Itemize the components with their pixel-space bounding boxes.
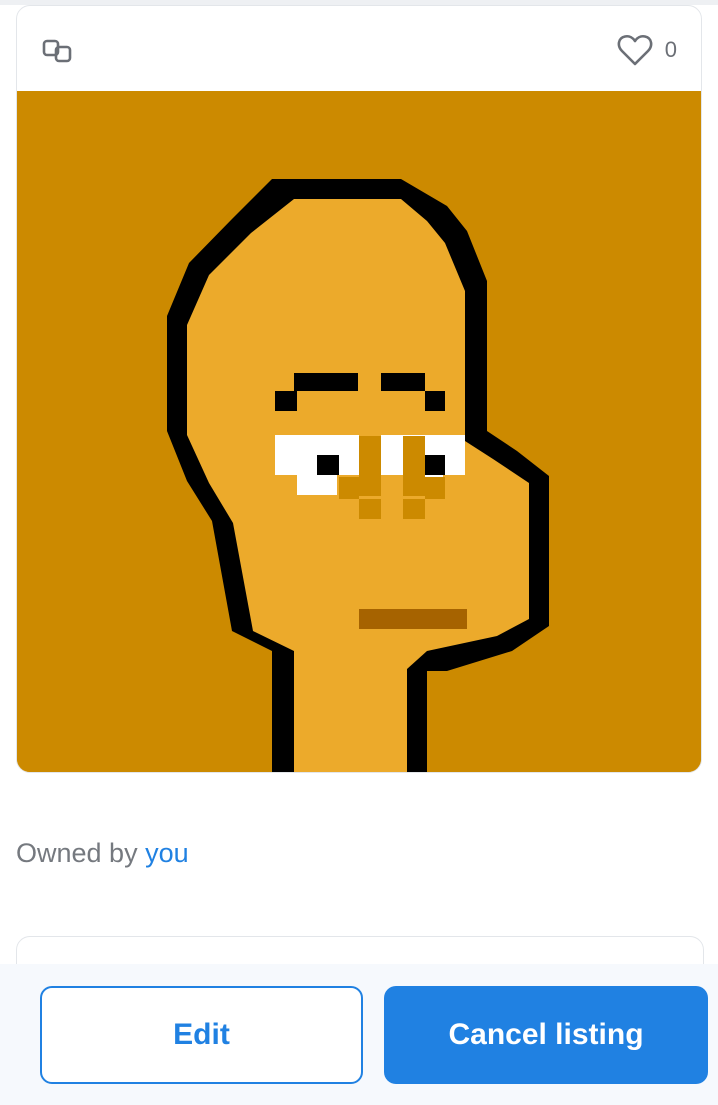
pixel-character-illustration [17, 91, 701, 772]
action-footer: Edit Cancel listing [0, 964, 718, 1105]
polygon-chain-icon[interactable] [41, 34, 75, 68]
nft-image[interactable] [17, 91, 701, 772]
nft-card: 0 [16, 5, 702, 773]
heart-icon[interactable] [617, 33, 653, 67]
card-header: 0 [17, 6, 701, 92]
favorite-count: 0 [664, 37, 677, 62]
owner-line: Owned by you [16, 838, 189, 869]
owner-link[interactable]: you [145, 838, 189, 868]
edit-button[interactable]: Edit [40, 986, 363, 1084]
favorite-control[interactable]: 0 [617, 32, 677, 68]
owner-prefix: Owned by [16, 838, 138, 868]
cancel-listing-button[interactable]: Cancel listing [384, 986, 708, 1084]
